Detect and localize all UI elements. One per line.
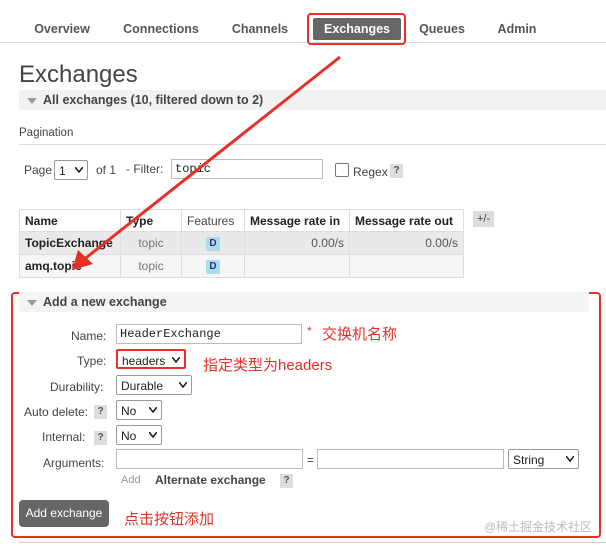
argument-key-input[interactable] bbox=[116, 449, 303, 469]
rate-out bbox=[349, 254, 464, 278]
add-exchange-button[interactable]: Add exchange bbox=[19, 500, 109, 527]
exchange-name-link[interactable]: TopicExchange bbox=[19, 231, 121, 255]
internal-select[interactable]: No bbox=[116, 425, 162, 445]
table-row: amq.topic topic D bbox=[19, 254, 464, 278]
exchange-name-input[interactable]: HeaderExchange bbox=[116, 324, 302, 344]
add-exchange-header[interactable]: Add a new exchange bbox=[19, 292, 589, 312]
rate-in: 0.00/s bbox=[244, 231, 350, 255]
all-exchanges-heading: All exchanges (10, filtered down to 2) bbox=[43, 93, 264, 107]
filter-input[interactable]: topic bbox=[171, 159, 323, 179]
name-label: Name: bbox=[71, 329, 107, 343]
alternate-exchange-link[interactable]: Alternate exchange bbox=[155, 473, 266, 487]
chevron-down-icon bbox=[149, 407, 157, 413]
tab-overview[interactable]: Overview bbox=[33, 18, 91, 40]
watermark: @稀土掘金技术社区 bbox=[483, 520, 592, 534]
auto-delete-label: Auto delete: bbox=[24, 405, 89, 419]
auto-delete-select[interactable]: No bbox=[116, 400, 162, 420]
bottom-divider bbox=[19, 542, 606, 543]
add-exchange-heading: Add a new exchange bbox=[43, 295, 167, 309]
top-nav: Overview Connections Channels Exchanges … bbox=[0, 0, 606, 43]
arguments-label: Arguments: bbox=[43, 456, 105, 470]
chevron-down-icon bbox=[566, 456, 574, 462]
col-name[interactable]: Name bbox=[19, 209, 121, 232]
page-select[interactable]: 1 bbox=[54, 160, 88, 180]
features-cell: D bbox=[181, 254, 245, 278]
regex-help-icon[interactable]: ? bbox=[390, 164, 403, 178]
col-type[interactable]: Type bbox=[120, 209, 182, 232]
durable-badge: D bbox=[206, 260, 220, 274]
argument-type-select[interactable]: String bbox=[508, 449, 579, 469]
all-exchanges-header[interactable]: All exchanges (10, filtered down to 2) bbox=[19, 90, 606, 110]
argument-equals: = bbox=[307, 453, 315, 467]
type-select[interactable]: headers bbox=[116, 349, 186, 369]
pagination-divider bbox=[19, 144, 606, 145]
collapse-triangle-icon bbox=[27, 299, 37, 306]
internal-select-value: No bbox=[121, 429, 137, 443]
exchanges-table: Name Type Features Message rate in Messa… bbox=[19, 209, 464, 278]
durable-badge: D bbox=[206, 237, 220, 251]
chevron-down-icon bbox=[149, 432, 157, 438]
button-annotation: 点击按钮添加 bbox=[124, 511, 215, 528]
alternate-exchange-help-icon[interactable]: ? bbox=[280, 474, 293, 488]
rate-in bbox=[244, 254, 350, 278]
filter-label: - Filter: bbox=[126, 162, 164, 176]
durability-select-value: Durable bbox=[121, 379, 164, 393]
durability-label: Durability: bbox=[50, 380, 104, 394]
page-select-value: 1 bbox=[59, 164, 66, 178]
columns-toggle-button[interactable]: +/- bbox=[473, 211, 495, 227]
required-mark: * bbox=[307, 324, 312, 338]
col-rate-in: Message rate in bbox=[244, 209, 350, 232]
tab-connections[interactable]: Connections bbox=[123, 18, 199, 40]
exchange-type: topic bbox=[120, 231, 182, 255]
tab-admin[interactable]: Admin bbox=[497, 18, 537, 40]
col-rate-out: Message rate out bbox=[349, 209, 464, 232]
page-of-label: of 1 bbox=[96, 163, 117, 177]
internal-help-icon[interactable]: ? bbox=[94, 431, 107, 445]
auto-delete-help-icon[interactable]: ? bbox=[94, 405, 107, 419]
pagination-heading: Pagination bbox=[19, 127, 74, 139]
table-row: TopicExchange topic D 0.00/s 0.00/s bbox=[19, 231, 464, 255]
regex-label: Regex bbox=[353, 165, 388, 179]
chevron-down-icon bbox=[75, 167, 83, 173]
type-annotation: 指定类型为headers bbox=[203, 357, 333, 374]
tab-queues[interactable]: Queues bbox=[419, 18, 465, 40]
add-argument-link[interactable]: Add bbox=[121, 474, 141, 486]
type-label: Type: bbox=[77, 354, 107, 368]
rate-out: 0.00/s bbox=[349, 231, 464, 255]
tab-channels[interactable]: Channels bbox=[231, 18, 289, 40]
page-title: Exchanges bbox=[19, 61, 138, 88]
features-cell: D bbox=[181, 231, 245, 255]
exchanges-tab-highlight bbox=[307, 13, 406, 45]
name-annotation: 交换机名称 bbox=[322, 326, 398, 343]
argument-value-input[interactable] bbox=[317, 449, 504, 469]
internal-label: Internal: bbox=[42, 430, 86, 444]
col-features: Features bbox=[181, 209, 245, 232]
page-label: Page bbox=[24, 163, 53, 177]
argument-type-value: String bbox=[513, 453, 545, 467]
auto-delete-select-value: No bbox=[121, 404, 137, 418]
table-header-row: Name Type Features Message rate in Messa… bbox=[19, 209, 464, 232]
type-select-value: headers bbox=[122, 354, 166, 368]
exchange-name-link[interactable]: amq.topic bbox=[19, 254, 121, 278]
chevron-down-icon bbox=[172, 357, 180, 363]
collapse-triangle-icon bbox=[27, 97, 37, 104]
exchange-type: topic bbox=[120, 254, 182, 278]
regex-checkbox[interactable] bbox=[335, 163, 349, 177]
durability-select[interactable]: Durable bbox=[116, 375, 192, 395]
chevron-down-icon bbox=[179, 382, 187, 388]
